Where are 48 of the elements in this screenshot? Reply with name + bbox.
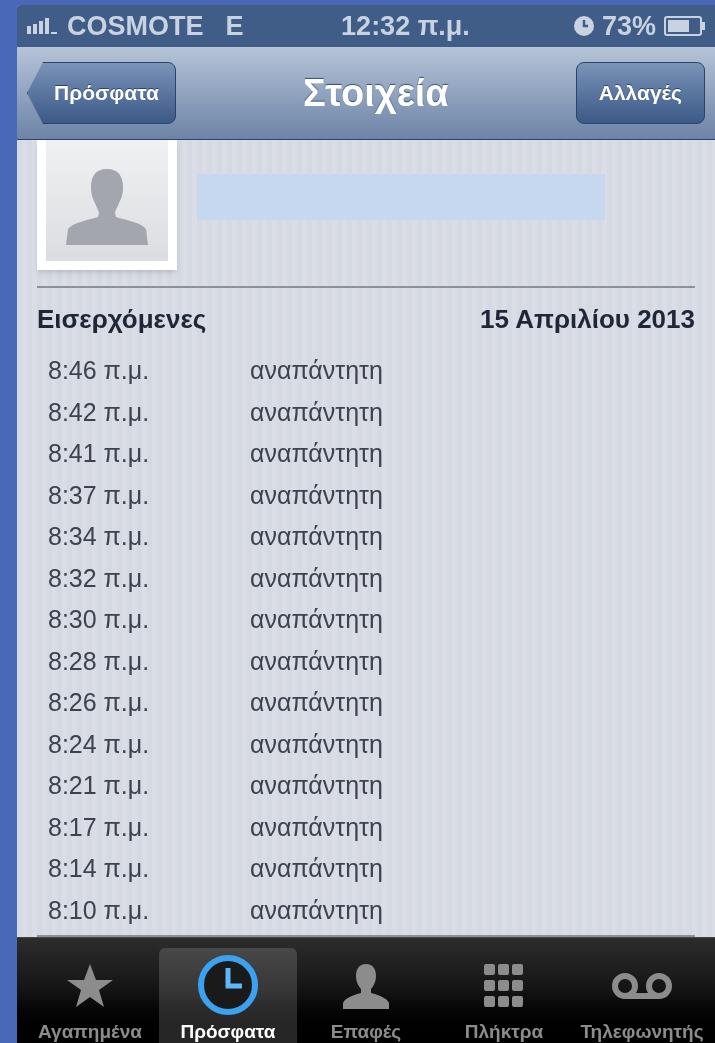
call-status: αναπάντητη	[250, 770, 383, 802]
call-status: αναπάντητη	[250, 438, 383, 470]
call-status: αναπάντητη	[250, 396, 383, 428]
back-button[interactable]: Πρόσφατα	[27, 62, 176, 125]
call-time: 8:10 π.μ.	[47, 894, 151, 926]
call-time: 8:34 π.μ.	[47, 521, 151, 553]
call-time: 8:30 π.μ.	[47, 604, 151, 636]
battery-percent: 73%	[601, 9, 656, 43]
call-time: 8:26 π.μ.	[47, 687, 151, 719]
call-status: αναπάντητη	[250, 811, 383, 843]
edit-button[interactable]: Αλλαγές	[575, 62, 705, 125]
call-direction: Εισερχόμενες	[37, 302, 207, 336]
tab-button[interactable]: Τηλεφωνητής	[573, 948, 711, 1043]
call-time: 8:37 π.μ.	[47, 479, 151, 511]
call-time: 8:42 π.μ.	[47, 396, 151, 428]
call-time: 8:21 π.μ.	[47, 770, 151, 802]
carrier-name: COSMOTE	[67, 9, 204, 43]
call-date: 15 Απριλίου 2013	[480, 302, 695, 336]
call-time: 8:28 π.μ.	[47, 645, 151, 677]
call-time: 8:46 π.μ.	[47, 355, 151, 387]
person-silhouette-icon	[64, 169, 150, 246]
call-status: αναπάντητη	[250, 728, 383, 760]
tab-button[interactable]: Πρόσφατα	[159, 948, 297, 1043]
call-status: αναπάντητη	[250, 521, 383, 553]
call-time: 8:14 π.μ.	[47, 853, 151, 885]
network-type: E	[225, 9, 244, 43]
call-status: αναπάντητη	[250, 687, 383, 719]
call-status: αναπάντητη	[250, 562, 383, 594]
tab-button[interactable]: Αγαπημένα	[21, 948, 159, 1043]
call-status: αναπάντητη	[250, 355, 383, 387]
call-time: 8:41 π.μ.	[47, 438, 151, 470]
call-time: 8:17 π.μ.	[47, 811, 151, 843]
call-status: αναπάντητη	[250, 894, 383, 926]
call-status: αναπάντητη	[250, 479, 383, 511]
call-status: αναπάντητη	[250, 604, 383, 636]
status-time: 12:32 π.μ.	[340, 9, 471, 43]
signal-icon	[27, 18, 57, 35]
clock-icon	[197, 954, 259, 1017]
battery-icon	[664, 16, 705, 37]
call-status: αναπάντητη	[250, 853, 383, 885]
person-icon	[342, 962, 390, 1011]
tab-button[interactable]: Πλήκτρα	[435, 948, 573, 1043]
call-status: αναπάντητη	[250, 645, 383, 677]
call-time: 8:24 π.μ.	[47, 728, 151, 760]
call-time: 8:32 π.μ.	[47, 562, 151, 594]
screen-title: Στοιχεία	[303, 70, 449, 116]
alarm-clock-icon	[573, 16, 594, 37]
tab-button[interactable]: Επαφές	[297, 948, 435, 1043]
